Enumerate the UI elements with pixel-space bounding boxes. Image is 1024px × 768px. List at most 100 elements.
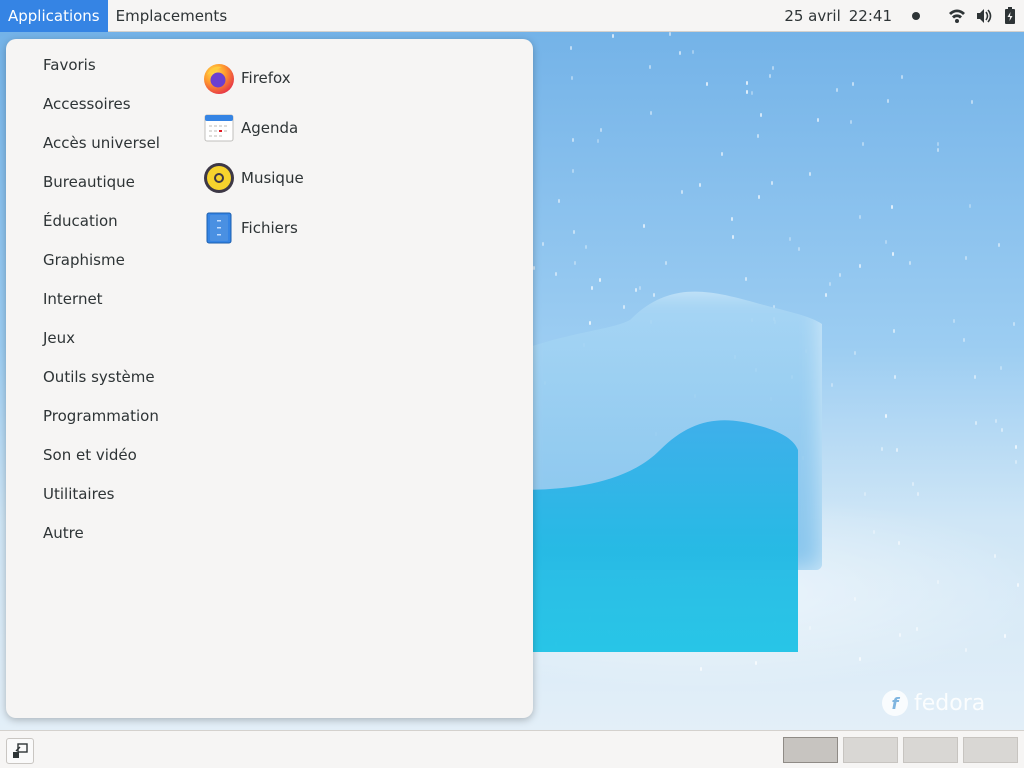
rain-drop [835,88,838,93]
rain-drop [998,243,1001,248]
rain-drop [892,251,895,256]
rain-drop [1015,444,1018,449]
rain-drop [706,82,709,87]
rain-drop [893,328,896,333]
applications-menu: Favoris Accessoires Accès universel Bure… [6,39,533,718]
rain-drop [573,230,576,235]
rain-drop [849,120,852,125]
rain-drop [798,246,801,251]
rain-drop [974,421,977,426]
app-musique[interactable]: Musique [202,153,304,203]
volume-icon[interactable] [976,8,994,24]
rain-drop [635,287,638,292]
rain-drop [886,99,889,104]
category-education[interactable]: Éducation [43,209,160,248]
rain-drop [1004,634,1007,639]
rain-drop [859,214,862,219]
calendar-icon [202,111,236,145]
category-accessoires[interactable]: Accessoires [43,92,160,131]
rain-drop [891,205,894,210]
rain-drop [731,216,734,221]
fedora-watermark: f fedora [882,690,985,716]
rain-drop [828,281,831,286]
wifi-icon[interactable] [948,8,966,24]
category-internet[interactable]: Internet [43,287,160,326]
rain-drop [757,195,760,200]
battery-icon[interactable] [1004,7,1016,24]
rain-drop [691,49,694,54]
rain-drop [750,90,753,95]
rain-drop [994,419,997,424]
category-list: Favoris Accessoires Accès universel Bure… [43,53,160,560]
rain-drop [589,320,592,325]
workspace-4[interactable] [963,737,1018,763]
rain-drop [965,255,968,260]
rain-drop [756,133,759,138]
rain-drop [570,45,573,50]
rain-drop [541,242,544,247]
category-bureautique[interactable]: Bureautique [43,170,160,209]
app-firefox-label: Firefox [241,69,291,87]
rain-drop [599,277,602,282]
rain-drop [754,660,757,665]
applications-menu-button[interactable]: Applications [0,0,108,32]
rain-drop [896,448,899,453]
rain-drop [611,33,614,38]
rain-drop [769,73,772,78]
category-utilitaires[interactable]: Utilitaires [43,482,160,521]
rain-drop [838,272,841,277]
category-outils-systeme[interactable]: Outils système [43,365,160,404]
workspace-2[interactable] [843,737,898,763]
rain-drop [585,245,588,250]
rain-drop [809,172,811,176]
app-firefox[interactable]: Firefox [202,53,304,103]
clock[interactable]: 25 avril 22:41 [784,7,892,25]
rain-drop [650,111,653,116]
app-agenda-label: Agenda [241,119,299,137]
rain-drop [746,90,749,95]
rain-drop [873,529,876,534]
category-graphisme[interactable]: Graphisme [43,248,160,287]
rain-drop [809,625,812,630]
rain-drop [681,189,684,194]
category-son-et-video[interactable]: Son et vidéo [43,443,160,482]
category-acces-universel[interactable]: Accès universel [43,131,160,170]
rain-drop [816,117,819,122]
rain-drop [937,580,940,585]
category-autre[interactable]: Autre [43,521,160,560]
rain-drop [596,138,599,143]
rain-drop [964,648,967,653]
app-list: Firefox Agenda Musique Fichiers [202,53,304,253]
rain-drop [915,626,918,631]
rain-drop [1001,427,1004,432]
workspace-3[interactable] [903,737,958,763]
category-jeux[interactable]: Jeux [43,326,160,365]
show-desktop-button[interactable] [6,738,34,764]
rain-drop [745,81,748,86]
rain-drop [665,261,668,266]
rain-drop [699,667,702,672]
places-menu-button[interactable]: Emplacements [108,0,236,32]
app-agenda[interactable]: Agenda [202,103,304,153]
rain-drop [1015,460,1018,465]
rain-drop [573,261,576,266]
files-icon [202,211,236,245]
rain-drop [993,553,996,558]
bottom-panel [0,730,1024,768]
rain-drop [969,203,972,208]
rain-drop [859,264,862,269]
rain-drop [853,351,856,356]
notification-dot-icon[interactable] [912,11,920,20]
category-favoris[interactable]: Favoris [43,53,160,92]
category-programmation[interactable]: Programmation [43,404,160,443]
rain-drop [894,374,897,379]
rain-drop [699,182,702,187]
clock-date: 25 avril [784,6,841,25]
workspace-1[interactable] [783,737,838,763]
rain-drop [861,141,864,146]
rain-drop [853,597,856,602]
rain-drop [533,265,536,270]
rain-drop [908,260,911,265]
rain-drop [622,304,625,309]
app-fichiers[interactable]: Fichiers [202,203,304,253]
